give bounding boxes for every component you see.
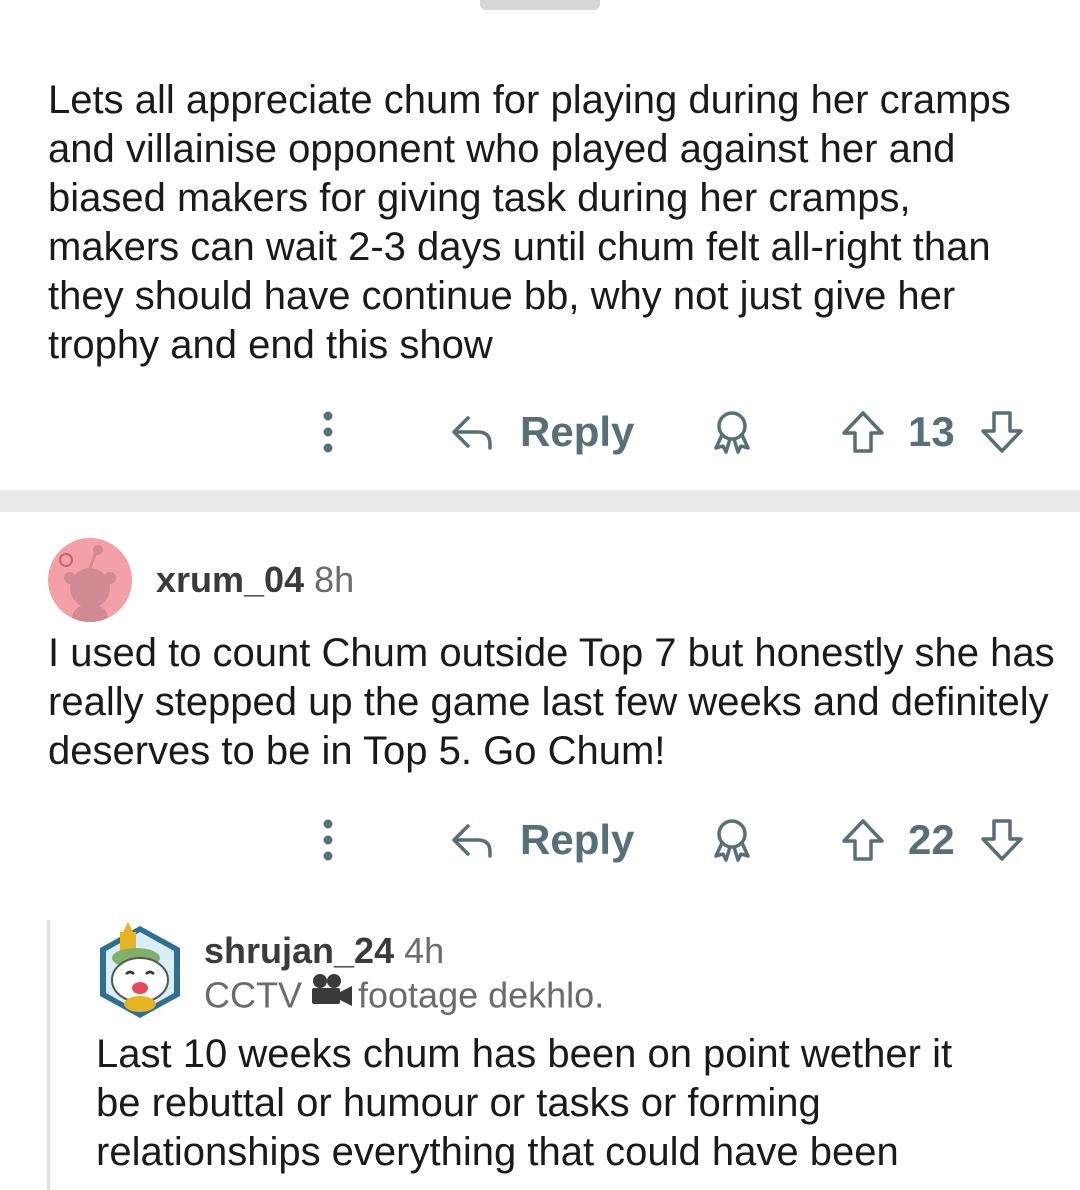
comment-meta: xrum_04 8h <box>156 558 354 602</box>
comment-body: I used to count Chum outside Top 7 but h… <box>48 631 1066 773</box>
more-vertical-icon <box>323 411 333 453</box>
award-icon <box>714 411 750 454</box>
flair-suffix: footage dekhlo. <box>358 974 605 1016</box>
vote-controls: 13 <box>840 402 1025 462</box>
vote-count: 22 <box>908 816 955 863</box>
upvote-arrow-icon[interactable] <box>840 409 886 455</box>
vote-count: 13 <box>908 408 955 455</box>
reply-label: Reply <box>520 408 635 455</box>
reply-label: Reply <box>520 816 635 863</box>
flair-prefix: CCTV <box>204 974 302 1016</box>
comment-body: Last 10 weeks chum has been on point wet… <box>96 1032 964 1174</box>
reply-button[interactable]: Reply <box>448 402 634 462</box>
upvote-arrow-icon[interactable] <box>840 817 886 863</box>
video-camera-icon <box>310 972 354 1018</box>
username[interactable]: xrum_04 <box>156 559 304 600</box>
user-flair: CCTV footage dekhlo. <box>204 972 604 1024</box>
downvote-arrow-icon[interactable] <box>979 409 1025 455</box>
more-vertical-icon <box>323 819 333 861</box>
avatar[interactable] <box>92 920 188 1020</box>
comment-thread: Lets all appreciate chum for playing dur… <box>0 0 1080 1190</box>
downvote-arrow-icon[interactable] <box>979 817 1025 863</box>
award-button[interactable] <box>708 402 756 462</box>
reply-button[interactable]: Reply <box>448 810 634 870</box>
username[interactable]: shrujan_24 <box>204 930 394 971</box>
award-button[interactable] <box>708 810 756 870</box>
snoo-avatar-icon <box>100 922 180 1018</box>
avatar[interactable] <box>48 538 132 622</box>
comment-actions: Reply 13 <box>0 402 1080 462</box>
timestamp: 4h <box>404 930 445 971</box>
snoo-avatar-icon <box>59 545 116 622</box>
comment-actions: Reply 22 <box>0 810 1080 870</box>
drag-handle[interactable] <box>480 0 600 10</box>
comment-body: Lets all appreciate chum for playing dur… <box>48 78 1022 367</box>
more-options-button[interactable] <box>310 810 346 870</box>
comment-meta: shrujan_24 4h <box>204 929 444 973</box>
vote-controls: 22 <box>840 810 1025 870</box>
comment-separator <box>0 490 1080 512</box>
more-options-button[interactable] <box>310 402 346 462</box>
thread-line[interactable] <box>47 920 50 1190</box>
reply-arrow-icon <box>452 416 492 450</box>
award-icon <box>714 819 750 862</box>
timestamp: 8h <box>314 559 355 600</box>
reply-arrow-icon <box>452 824 492 858</box>
